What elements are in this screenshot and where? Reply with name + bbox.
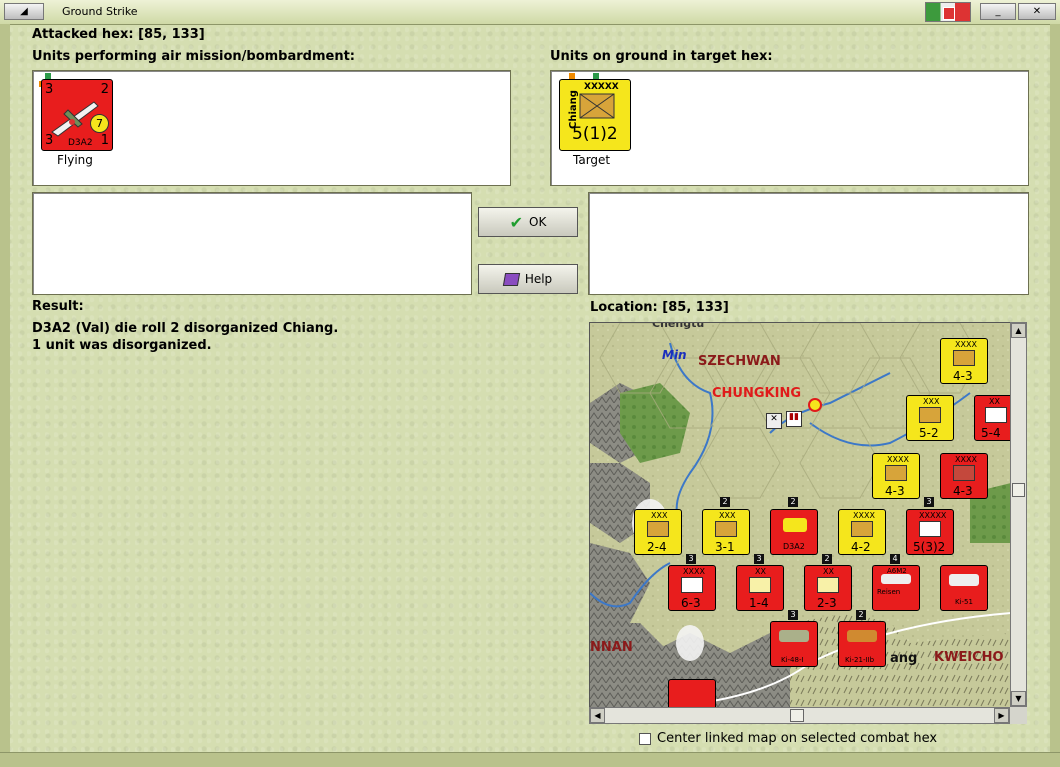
stack-count-badge: 2 <box>822 554 832 564</box>
ground-unit-status: Target <box>573 153 611 167</box>
bottom-frame <box>0 752 1060 767</box>
map-unit-counter[interactable]: Ki-21-IIb <box>838 621 886 667</box>
map-unit-d3a2[interactable]: D3A2 <box>770 509 818 555</box>
ground-units-panel: XXXXX Chiang 5(1)2 Target <box>550 70 1029 186</box>
ground-unit-strength: 5(1)2 <box>572 124 618 144</box>
map-unit-counter[interactable]: XX 1-4 <box>736 565 784 611</box>
scroll-corner <box>1010 707 1027 724</box>
result-line-1: D3A2 (Val) die roll 2 disorganized Chian… <box>32 321 339 336</box>
map-unit-counter[interactable]: A6M2 Reisen <box>872 565 920 611</box>
hq-marker-icon: ✕ <box>766 413 782 429</box>
map-unit-counter[interactable]: XXX 2-4 <box>634 509 682 555</box>
map-unit-counter[interactable]: Ki-48-I <box>770 621 818 667</box>
stack-count-badge: 3 <box>788 610 798 620</box>
map-unit-counter[interactable]: XXXX 6-3 <box>668 565 716 611</box>
mini-map[interactable]: Chengtu Min SZECHWAN CHUNGKING NNAN KWEI… <box>589 322 1012 709</box>
center-map-checkbox[interactable] <box>639 732 651 745</box>
defender-details-panel <box>588 192 1029 295</box>
ground-units-heading: Units on ground in target hex: <box>550 49 773 64</box>
stack-count-badge: 2 <box>720 497 730 507</box>
map-label-yunnan: NNAN <box>590 640 633 655</box>
help-book-icon <box>502 272 520 286</box>
window-title: Ground Strike <box>62 5 138 18</box>
stack-count-badge: 2 <box>856 610 866 620</box>
right-frame <box>1050 24 1060 766</box>
air-units-panel: 3 2 3 1 7 D3A2 Flying <box>32 70 511 186</box>
air-unit-status: Flying <box>57 153 93 167</box>
attacker-details-panel <box>32 192 472 295</box>
scroll-left-icon[interactable]: ◀ <box>590 708 605 723</box>
map-label-min-river: Min <box>662 348 687 362</box>
map-unit-counter[interactable]: XXXX 4-2 <box>838 509 886 555</box>
air-units-heading: Units performing air mission/bombardment… <box>32 49 356 64</box>
map-label-kang: ang <box>890 651 918 666</box>
location: Location: [85, 133] <box>590 300 729 315</box>
map-unit-counter[interactable]: Ki-51 <box>940 565 988 611</box>
title-bar: ◢ Ground Strike _ ✕ <box>0 0 1060 25</box>
map-vertical-scrollbar[interactable]: ▲ ▼ <box>1010 322 1027 707</box>
help-button[interactable]: Help <box>478 264 578 294</box>
result-heading: Result: <box>32 299 84 314</box>
map-unit-counter[interactable]: XXX 3-1 <box>702 509 750 555</box>
left-frame <box>0 24 10 766</box>
result-line-2: 1 unit was disorganized. <box>32 338 212 353</box>
scroll-thumb-horizontal[interactable] <box>790 709 804 722</box>
center-map-option[interactable]: Center linked map on selected combat hex <box>639 731 937 746</box>
checkmark-icon: ✔ <box>509 212 524 232</box>
map-unit-counter[interactable]: XX 5-4 <box>974 395 1011 441</box>
stack-count-badge: 3 <box>686 554 696 564</box>
map-unit-counter[interactable]: XX 2-3 <box>804 565 852 611</box>
air-unit-name: D3A2 <box>68 138 93 148</box>
factory-icon: ▮▮ <box>786 411 802 427</box>
scroll-right-icon[interactable]: ▶ <box>994 708 1009 723</box>
stack-count-badge: 4 <box>890 554 900 564</box>
scroll-up-icon[interactable]: ▲ <box>1011 323 1026 338</box>
minimize-button[interactable]: _ <box>980 3 1016 20</box>
map-label-szechwan: SZECHWAN <box>698 354 781 369</box>
system-menu-button[interactable]: ◢ <box>4 3 44 20</box>
close-button[interactable]: ✕ <box>1018 3 1056 20</box>
map-unit-counter[interactable]: XXX 5-2 <box>906 395 954 441</box>
map-label-chengtu: Chengtu <box>652 322 705 330</box>
map-unit-counter[interactable]: XXXX 4-3 <box>940 338 988 384</box>
center-map-label: Center linked map on selected combat hex <box>657 731 938 746</box>
attacked-hex: Attacked hex: [85, 133] <box>32 27 205 42</box>
map-label-chungking: CHUNGKING <box>712 386 801 401</box>
capital-city-icon <box>808 398 822 412</box>
scroll-thumb-vertical[interactable] <box>1012 483 1025 497</box>
nation-flag-icon <box>925 2 971 22</box>
map-horizontal-scrollbar[interactable]: ◀ ▶ <box>589 707 1010 724</box>
air-unit-circle-value: 7 <box>90 114 109 133</box>
map-unit-counter[interactable]: XXXX 4-3 <box>872 453 920 499</box>
stack-count-badge: 3 <box>924 497 934 507</box>
map-label-kweichow: KWEICHO <box>934 650 1004 665</box>
ok-button[interactable]: ✔ OK <box>478 207 578 237</box>
map-unit-counter[interactable]: XXXXX 5(3)2 <box>906 509 954 555</box>
map-unit-counter[interactable]: XXXX 4-3 <box>940 453 988 499</box>
stack-count-badge: 2 <box>788 497 798 507</box>
stack-count-badge: 3 <box>754 554 764 564</box>
map-unit-counter-partial[interactable] <box>668 679 716 708</box>
scroll-down-icon[interactable]: ▼ <box>1011 691 1026 706</box>
